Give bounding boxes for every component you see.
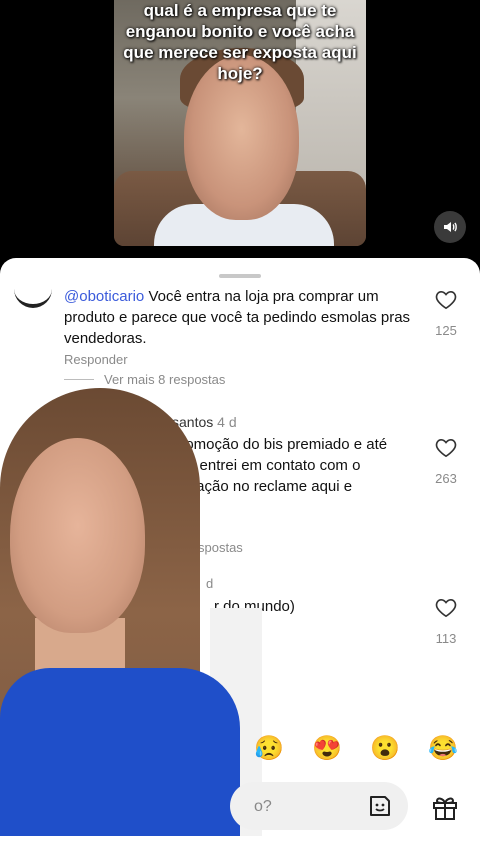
view-more-replies[interactable]: Ver mais 8 respostas <box>104 372 225 387</box>
overlay-person-image <box>0 388 262 836</box>
reaction-emoji[interactable]: 😮 <box>370 733 400 763</box>
caption-line: que merece ser exposta aqui <box>123 43 357 62</box>
heart-outline-icon[interactable] <box>435 438 457 458</box>
sound-button[interactable] <box>434 211 466 243</box>
reaction-emoji[interactable]: 😥 <box>254 733 284 763</box>
sticker-button[interactable] <box>366 792 394 820</box>
speaker-icon <box>444 222 457 232</box>
overlay-shirt <box>0 668 240 836</box>
avatar[interactable] <box>14 280 52 308</box>
reaction-emoji[interactable]: 😍 <box>312 733 342 763</box>
like-column: 125 <box>426 290 466 338</box>
comment-body: @oboticario Você entra na loja pra compr… <box>64 286 424 349</box>
caption-line: enganou bonito e você acha <box>125 22 355 41</box>
sheet-drag-handle[interactable] <box>219 274 261 278</box>
gift-icon <box>433 797 457 820</box>
caption-line: qual é a empresa que te <box>143 1 337 20</box>
sticker-icon <box>370 796 390 816</box>
video-caption: qual é a empresa que te enganou bonito e… <box>114 0 366 84</box>
gift-button[interactable] <box>428 791 462 823</box>
like-column: 113 <box>426 598 466 646</box>
heart-outline-icon[interactable] <box>435 598 457 618</box>
comment-username[interactable]: @oboticario <box>64 288 144 305</box>
reaction-emoji[interactable]: 😂 <box>428 733 458 763</box>
like-count: 263 <box>435 471 457 486</box>
divider-line <box>64 379 94 380</box>
like-column: 263 <box>426 438 466 486</box>
caption-line: hoje? <box>217 64 263 83</box>
like-count: 113 <box>435 631 457 646</box>
comment-input[interactable]: o? <box>230 782 408 830</box>
comment-input-placeholder: o? <box>254 798 272 815</box>
heart-outline-icon[interactable] <box>435 290 457 310</box>
like-count: 125 <box>435 323 457 338</box>
reply-button[interactable]: Responder <box>64 352 128 367</box>
overlay-face <box>10 438 145 633</box>
